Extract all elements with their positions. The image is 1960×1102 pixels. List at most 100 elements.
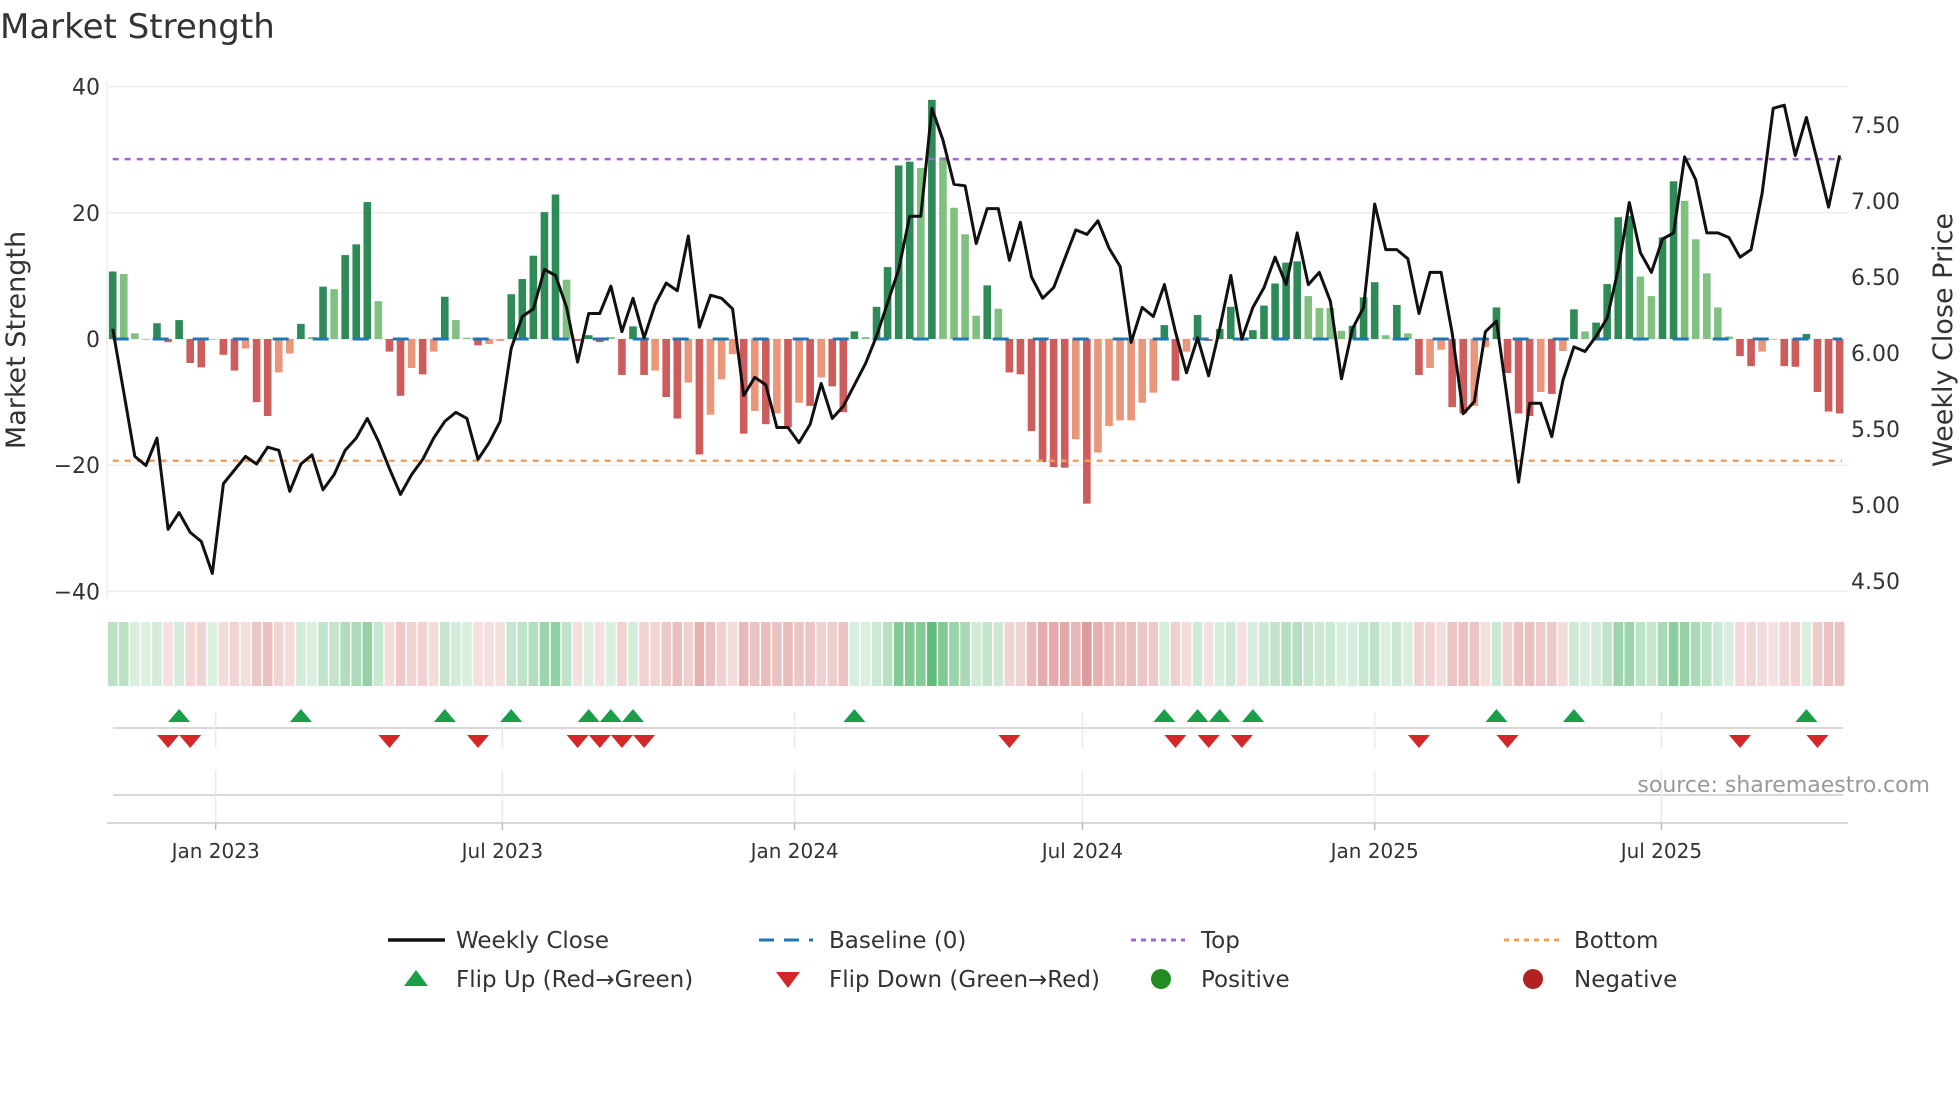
strength-bar (1835, 339, 1844, 414)
strip-cell (207, 622, 218, 686)
strip-cell (1336, 622, 1347, 686)
strip-cell (1768, 622, 1778, 686)
strip-cell (1569, 622, 1579, 686)
strip-cell (1259, 622, 1269, 686)
strip-cell (417, 622, 428, 686)
strength-bar (1182, 339, 1191, 352)
strip-cell (1812, 622, 1823, 686)
strength-bar (784, 339, 792, 428)
strip-cell (362, 622, 373, 686)
strength-bar (1691, 239, 1700, 339)
strength-bar (1105, 339, 1113, 427)
strip-cell (1823, 622, 1834, 686)
strip-cell (628, 622, 638, 686)
strip-cell (1048, 622, 1059, 686)
strength-bar (1769, 339, 1777, 340)
strip-cell (251, 622, 262, 686)
strip-cell (1082, 622, 1092, 686)
flip-up-marker (168, 709, 191, 722)
strength-bar (806, 339, 814, 406)
strength-bar (1160, 325, 1169, 339)
strength-bar (263, 339, 272, 416)
strength-bar (1127, 339, 1135, 421)
strength-bar (230, 339, 239, 371)
legend-weekly-close: Weekly Close (456, 928, 609, 954)
strip-cell (1735, 622, 1745, 686)
strip-cell (285, 622, 295, 686)
strength-bar (1337, 330, 1346, 339)
strength-bar (1548, 339, 1556, 394)
legend-flip-down-icon (776, 972, 800, 988)
strip-cell (572, 622, 583, 686)
strip-cell (1314, 622, 1325, 686)
strip-cell (1624, 622, 1635, 686)
y2-tick-label: 6.00 (1851, 342, 1900, 367)
strength-bar (131, 333, 139, 339)
strength-bar (418, 339, 427, 375)
strip-cell (1192, 622, 1203, 686)
flip-up-marker (1208, 709, 1231, 722)
strip-cell (561, 622, 572, 686)
flip-down-marker (610, 735, 633, 748)
strength-bar (1005, 339, 1014, 373)
strip-cell (827, 622, 838, 686)
strip-cell (1214, 622, 1225, 686)
strength-bar (972, 315, 980, 339)
strip-cell (1181, 622, 1192, 686)
x-tick-label: Jan 2025 (1329, 839, 1419, 863)
strip-cell (340, 622, 350, 686)
strip-cell (1602, 622, 1612, 686)
strip-cell (451, 622, 461, 686)
strength-bar (1027, 339, 1036, 432)
strength-bar (429, 339, 438, 352)
strip-cell (118, 622, 129, 686)
legend-top: Top (1200, 928, 1240, 954)
legend-positive-icon (1151, 969, 1171, 989)
strip-cell (329, 622, 339, 686)
strip-cell (229, 622, 240, 686)
strength-bar (1304, 296, 1313, 339)
strip-cell (971, 622, 981, 686)
legend-negative: Negative (1574, 967, 1677, 993)
strength-bar (1083, 339, 1091, 504)
strength-bar (861, 337, 870, 339)
strip-cell (1126, 622, 1136, 686)
strip-cell (1104, 622, 1114, 686)
strength-bar (717, 339, 726, 380)
strength-bar (706, 339, 715, 415)
strength-bar (1559, 339, 1567, 351)
strip-cell (440, 622, 450, 686)
strength-bar (352, 244, 361, 339)
strength-bar (1780, 339, 1789, 367)
strip-cell (428, 622, 439, 686)
y-ticks: 40 20 0 −20 −40 7.50 7.00 6.50 6.00 5.50 5.00 4.50 (54, 76, 1900, 606)
strength-bars (108, 99, 1844, 504)
strip-cell (1358, 622, 1369, 686)
strength-bar (1813, 339, 1822, 393)
strip-cell (705, 622, 716, 686)
strip-cell (1015, 622, 1026, 686)
flip-up-marker (1186, 709, 1209, 722)
strip-cell (152, 622, 162, 686)
strip-cell (141, 622, 151, 686)
strip-cell (528, 622, 539, 686)
strip-cell (1469, 622, 1480, 686)
market-strength-chart: Market Strength Market Strength Weekly C… (0, 7, 1959, 993)
flip-up-marker (1485, 709, 1508, 722)
strip-cell (1491, 622, 1502, 686)
strength-bar (142, 339, 150, 340)
strength-bar (1415, 339, 1423, 375)
legend-bottom: Bottom (1574, 928, 1658, 954)
strip-cell (240, 622, 251, 686)
strength-bar (662, 339, 670, 398)
strip-cell (893, 622, 904, 686)
strip-cell (506, 622, 517, 686)
strip-cell (539, 622, 550, 686)
flip-down-marker (998, 735, 1021, 748)
strip-cell (1414, 622, 1424, 686)
strip-cell (606, 622, 616, 686)
strip-cell (617, 622, 627, 686)
strip-cell (351, 622, 362, 686)
strength-bar (374, 301, 383, 339)
strength-bar (673, 339, 682, 419)
